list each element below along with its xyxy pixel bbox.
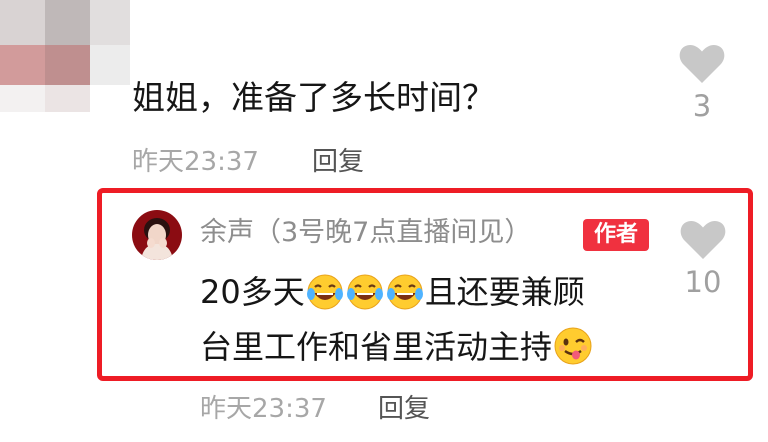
laughing-crying-emoji-icon [346,273,384,311]
laughing-crying-emoji-icon [386,273,424,311]
reply-text-second: 台里工作和省里活动主持 [200,328,553,366]
laughing-crying-emoji-icon [306,273,344,311]
reply-text-line-2: 台里工作和省里活动主持 [200,325,594,369]
reply-button[interactable]: 回复 [312,145,364,179]
like-heart-icon[interactable] [680,220,726,260]
like-count: 3 [692,89,712,123]
author-username[interactable]: 余声（3号晚7点直播间见） [200,215,531,251]
reply-timestamp: 昨天23:37 [200,394,327,424]
author-badge: 作者 [583,219,649,251]
blurred-avatar [0,0,130,112]
reply-text-end: 且还要兼顾 [424,273,585,311]
author-avatar[interactable] [132,210,182,260]
like-count: 10 [684,265,722,299]
reply-button[interactable]: 回复 [378,392,430,426]
reply-text-start: 20多天 [200,273,305,311]
comment-timestamp: 昨天23:37 [132,147,259,177]
winking-tongue-emoji-icon [553,326,593,366]
like-heart-icon[interactable] [679,44,725,84]
comment-text: 姐姐，准备了多长时间？ [132,78,495,117]
reply-text-line-1: 20多天 且还要兼顾 [200,270,585,314]
